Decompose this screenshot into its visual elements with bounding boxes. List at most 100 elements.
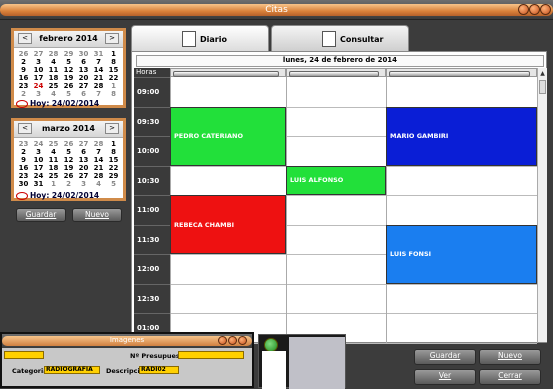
calendar-day[interactable]: 14	[91, 156, 106, 164]
calendar-day[interactable]: 10	[31, 156, 46, 164]
calendar-day[interactable]: 12	[61, 156, 76, 164]
today-link[interactable]: Hoy: 24/02/2014	[16, 191, 99, 201]
calendar-day[interactable]: 1	[106, 50, 121, 58]
calendar-day[interactable]: 8	[106, 148, 121, 156]
calendar-day[interactable]: 7	[91, 148, 106, 156]
calendar-day[interactable]: 6	[76, 90, 91, 98]
calendar-day[interactable]: 26	[16, 50, 31, 58]
calendar-day[interactable]: 6	[76, 58, 91, 66]
appointment-block[interactable]: REBECA CHAMBI	[170, 195, 286, 254]
tab-diario[interactable]: Diario	[131, 25, 269, 51]
calendar-day[interactable]: 13	[76, 156, 91, 164]
view-button[interactable]: Ver	[414, 369, 476, 385]
calendar-day[interactable]: 11	[46, 156, 61, 164]
budget-number-field[interactable]	[178, 351, 244, 359]
calendar-day[interactable]: 18	[46, 164, 61, 172]
close-icon[interactable]	[238, 336, 247, 345]
maximize-icon[interactable]	[529, 4, 540, 15]
calendar-day[interactable]: 4	[46, 58, 61, 66]
calendar-day[interactable]: 9	[16, 156, 31, 164]
calendar-day[interactable]: 22	[106, 164, 121, 172]
next-month-button[interactable]: >	[105, 123, 119, 134]
resource-column-header[interactable]	[386, 68, 537, 77]
calendar-day[interactable]: 7	[91, 90, 106, 98]
calendar-day[interactable]: 23	[16, 140, 31, 148]
calendar-day[interactable]: 13	[76, 66, 91, 74]
calendar-day[interactable]: 16	[16, 74, 31, 82]
new-button[interactable]: Nuevo	[479, 349, 541, 365]
calendar-day[interactable]: 11	[46, 66, 61, 74]
calendar-day[interactable]: 31	[31, 180, 46, 188]
calendar-day[interactable]: 26	[61, 82, 76, 90]
calendar-day[interactable]: 31	[91, 50, 106, 58]
calendar-day[interactable]: 20	[76, 74, 91, 82]
calendar-day[interactable]: 5	[61, 58, 76, 66]
resource-column-header[interactable]	[170, 68, 286, 77]
calendar-day[interactable]: 2	[61, 180, 76, 188]
calendar-day[interactable]: 2	[16, 90, 31, 98]
close-button[interactable]: Cerrar	[479, 369, 541, 385]
calendar-day[interactable]: 28	[91, 172, 106, 180]
new-button[interactable]: Nuevo	[72, 208, 122, 222]
calendar-day[interactable]: 1	[106, 140, 121, 148]
appointment-block[interactable]: LUIS ALFONSO	[286, 165, 386, 195]
today-link[interactable]: Hoy: 24/02/2014	[16, 99, 99, 109]
calendar-day[interactable]: 5	[61, 148, 76, 156]
refresh-icon[interactable]	[264, 338, 278, 352]
calendar-day[interactable]: 7	[91, 58, 106, 66]
appointment-block[interactable]: LUIS FONSI	[386, 224, 537, 284]
vertical-scrollbar[interactable]: ▲	[537, 68, 547, 342]
calendar-day[interactable]: 5	[106, 180, 121, 188]
calendar-day[interactable]: 2	[16, 58, 31, 66]
calendar-day[interactable]: 12	[61, 66, 76, 74]
calendar-day[interactable]: 14	[91, 66, 106, 74]
calendar-day[interactable]: 26	[61, 140, 76, 148]
calendar-day[interactable]: 25	[46, 172, 61, 180]
calendar-day[interactable]: 30	[76, 50, 91, 58]
calendar-day[interactable]: 9	[16, 66, 31, 74]
calendar-day[interactable]: 23	[16, 82, 31, 90]
calendar-day[interactable]: 27	[31, 50, 46, 58]
appointment-block[interactable]: MARIO GAMBIRI	[386, 106, 537, 166]
calendar-day[interactable]: 4	[46, 148, 61, 156]
calendar-day[interactable]: 29	[106, 172, 121, 180]
calendar-day[interactable]: 20	[76, 164, 91, 172]
calendar-day[interactable]: 18	[46, 74, 61, 82]
calendar-day[interactable]: 28	[91, 140, 106, 148]
calendar-day[interactable]: 3	[76, 180, 91, 188]
calendar-day[interactable]: 28	[91, 82, 106, 90]
calendar-day[interactable]: 24	[31, 140, 46, 148]
resource-column-header[interactable]	[286, 68, 386, 77]
dialog-field[interactable]	[4, 351, 44, 359]
calendar-day[interactable]: 24	[31, 172, 46, 180]
calendar-day[interactable]: 30	[16, 180, 31, 188]
calendar-day[interactable]: 3	[31, 58, 46, 66]
calendar-day[interactable]: 15	[106, 156, 121, 164]
scroll-thumb[interactable]	[539, 80, 546, 94]
calendar-day[interactable]: 16	[16, 164, 31, 172]
calendar-day[interactable]: 17	[31, 74, 46, 82]
calendar-day[interactable]: 21	[91, 164, 106, 172]
calendar-day[interactable]: 27	[76, 82, 91, 90]
calendar-day[interactable]: 8	[106, 90, 121, 98]
calendar-day[interactable]: 4	[46, 90, 61, 98]
calendar-day[interactable]: 8	[106, 58, 121, 66]
scroll-up-icon[interactable]: ▲	[539, 70, 546, 77]
calendar-day[interactable]: 2	[16, 148, 31, 156]
calendar-day[interactable]: 15	[106, 66, 121, 74]
appointment-block[interactable]: PEDRO CATERIANO	[170, 106, 286, 166]
calendar-day[interactable]: 25	[46, 140, 61, 148]
calendar-day[interactable]: 24	[31, 82, 46, 90]
calendar-day[interactable]: 1	[106, 82, 121, 90]
calendar-day[interactable]: 1	[46, 180, 61, 188]
calendar-day[interactable]: 3	[31, 90, 46, 98]
save-button[interactable]: Guardar	[414, 349, 476, 365]
calendar-day[interactable]: 19	[61, 74, 76, 82]
category-field[interactable]: RADIOGRAFIA	[44, 366, 100, 374]
close-icon[interactable]	[540, 4, 551, 15]
calendar-day[interactable]: 28	[46, 50, 61, 58]
minimize-icon[interactable]	[218, 336, 227, 345]
calendar-day[interactable]: 19	[61, 164, 76, 172]
next-month-button[interactable]: >	[105, 33, 119, 44]
description-field[interactable]: RADI02	[139, 366, 179, 374]
